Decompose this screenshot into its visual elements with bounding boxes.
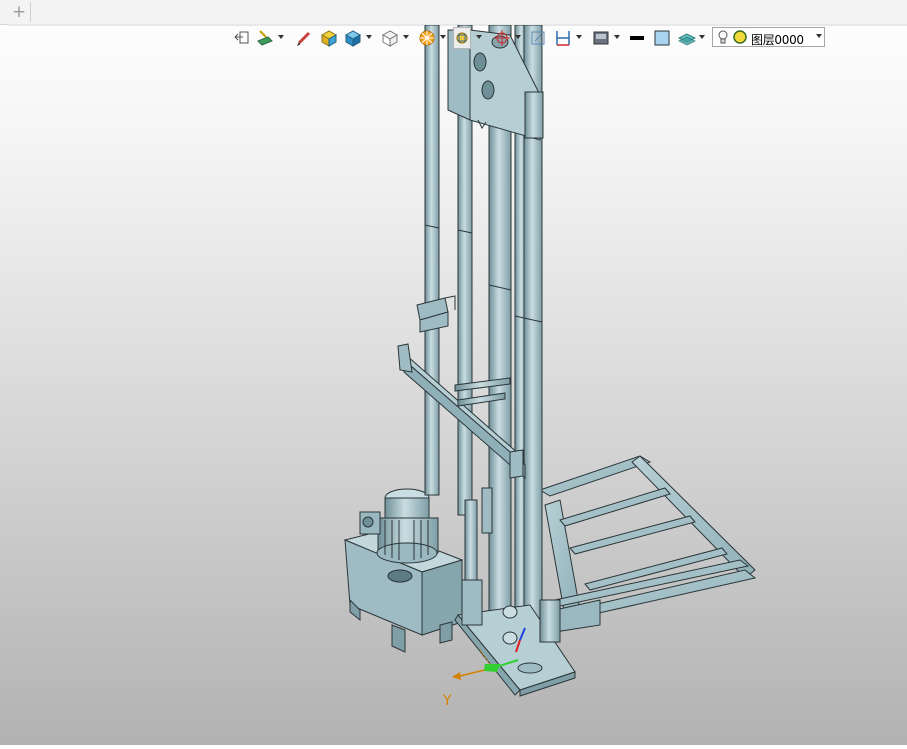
exit-sketch-icon[interactable] [234, 27, 250, 49]
chevron-down-icon[interactable] [440, 35, 446, 39]
chevron-down-icon[interactable] [403, 35, 409, 39]
tab-bar: + [0, 0, 907, 26]
layer-select[interactable]: 图层0000 [712, 27, 825, 47]
chevron-down-icon[interactable] [278, 35, 284, 39]
layers-icon[interactable] [677, 27, 697, 49]
base-frame [538, 455, 757, 633]
hydraulic-unit [343, 488, 464, 653]
chevron-down-icon[interactable] [476, 35, 482, 39]
chevron-down-icon[interactable] [515, 35, 521, 39]
3d-viewport[interactable]: Y [0, 24, 907, 745]
chevron-down-icon[interactable] [366, 35, 372, 39]
chevron-down-icon[interactable] [614, 35, 620, 39]
add-tab-button[interactable]: + [8, 2, 31, 22]
dimension-icon[interactable] [554, 27, 572, 49]
yellow-dot-icon[interactable] [733, 30, 747, 44]
shaded-box-icon[interactable] [320, 27, 338, 49]
snap-target-icon[interactable] [493, 27, 511, 49]
solid-box-icon[interactable] [344, 27, 362, 49]
pencil-icon[interactable] [296, 27, 312, 49]
line-color-icon[interactable] [628, 27, 646, 49]
view-icon[interactable] [453, 27, 471, 49]
cad-model[interactable] [0, 24, 907, 745]
display-mode-icon[interactable] [592, 27, 610, 49]
chevron-down-icon[interactable] [699, 35, 705, 39]
chevron-down-icon[interactable] [816, 34, 822, 38]
view-toolbar: 图层0000 [228, 27, 828, 49]
chevron-down-icon[interactable] [576, 35, 582, 39]
render-style-icon[interactable] [418, 27, 436, 49]
y-axis-label: Y [443, 693, 452, 709]
face-color-icon[interactable] [653, 27, 671, 49]
layer-name: 图层0000 [751, 33, 804, 47]
wireframe-cube-icon[interactable] [381, 27, 399, 49]
sketch-plane-icon[interactable] [257, 27, 273, 49]
bulb-icon[interactable] [718, 30, 728, 44]
column-clamp [416, 295, 456, 333]
zoom-fit-icon[interactable] [530, 27, 546, 49]
